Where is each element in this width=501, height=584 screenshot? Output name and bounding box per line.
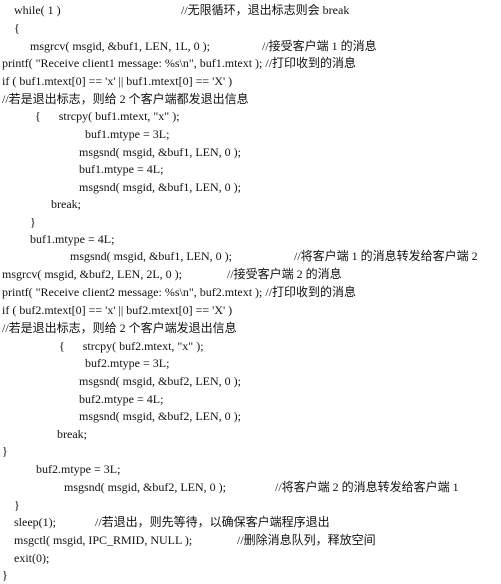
code-text: printf( "Receive client1 message: %s\n",…: [2, 56, 357, 70]
code-text: if ( buf2.mtext[0] == 'x' || buf2.mtext[…: [2, 303, 233, 317]
code-text: if ( buf1.mtext[0] == 'x' || buf1.mtext[…: [2, 74, 233, 88]
code-line: msgsnd( msgid, &buf1, LEN, 0 ); //将客户端 1 …: [0, 248, 501, 265]
code-line: if ( buf1.mtext[0] == 'x' || buf1.mtext[…: [0, 73, 501, 90]
code-text: buf2.mtype = 4L;: [79, 392, 164, 406]
code-comment: //将客户端 2 的消息转发给客户端 1: [275, 480, 459, 494]
code-comment: //删除消息队列，释放空间: [237, 533, 376, 547]
code-text: while( 1 ): [14, 3, 61, 17]
code-text: msgsnd( msgid, &buf2, LEN, 0 );: [64, 480, 226, 494]
code-text: exit(0);: [14, 551, 50, 565]
code-text: msgrcv( msgid, &buf1, LEN, 1L, 0 );: [30, 39, 210, 53]
code-text: sleep(1);: [14, 515, 56, 529]
code-line: { strcpy( buf2.mtext, "x" );: [0, 338, 501, 355]
code-line: exit(0);: [0, 550, 501, 567]
code-comment: //若退出，则先等待，以确保客户端程序退出: [95, 515, 330, 529]
code-line: msgrcv( msgid, &buf1, LEN, 1L, 0 ); //接受客…: [0, 38, 501, 55]
code-line: }: [0, 443, 501, 460]
code-text: buf2.mtype = 3L;: [36, 462, 121, 476]
code-line: //若是退出标志，则给 2 个客户端发退出信息: [0, 320, 501, 337]
code-text: msgsnd( msgid, &buf2, LEN, 0 );: [79, 409, 241, 423]
code-line: msgsnd( msgid, &buf2, LEN, 0 );: [0, 408, 501, 425]
code-line: break;: [0, 196, 501, 213]
code-text: //若是退出标志，则给 2 个客户端都发退出信息: [2, 92, 249, 106]
code-line: sleep(1); //若退出，则先等待，以确保客户端程序退出: [0, 514, 501, 531]
code-line: }: [0, 214, 501, 231]
code-line: buf2.mtype = 3L;: [0, 355, 501, 372]
code-text: msgsnd( msgid, &buf2, LEN, 0 );: [79, 374, 241, 388]
code-text: buf2.mtype = 3L;: [85, 356, 170, 370]
code-line: msgsnd( msgid, &buf1, LEN, 0 );: [0, 144, 501, 161]
code-text: msgsnd( msgid, &buf1, LEN, 0 );: [70, 249, 232, 263]
code-line: buf1.mtype = 3L;: [0, 126, 501, 143]
code-line: //若是退出标志，则给 2 个客户端都发退出信息: [0, 91, 501, 108]
code-comment: //无限循环，退出标志则会 break: [181, 3, 350, 17]
code-line: buf1.mtype = 4L;: [0, 161, 501, 178]
code-text: {: [14, 21, 20, 35]
code-line: }: [0, 497, 501, 514]
code-line: msgsnd( msgid, &buf2, LEN, 0 ); //将客户端 2 …: [0, 479, 501, 496]
code-text: //若是退出标志，则给 2 个客户端发退出信息: [2, 321, 237, 335]
code-text: msgctl( msgid, IPC_RMID, NULL );: [14, 533, 193, 547]
code-text: }: [14, 498, 20, 512]
code-line: while( 1 ) //无限循环，退出标志则会 break: [0, 2, 501, 19]
code-text: msgrcv( msgid, &buf2, LEN, 2L, 0 );: [2, 267, 182, 281]
code-document: while( 1 ) //无限循环，退出标志则会 break { msgrcv( ms…: [0, 0, 501, 584]
code-text: buf1.mtype = 4L;: [30, 232, 115, 246]
code-text: buf1.mtype = 4L;: [79, 162, 164, 176]
code-line: printf( "Receive client2 message: %s\n",…: [0, 284, 501, 301]
code-text: printf( "Receive client2 message: %s\n",…: [2, 285, 357, 299]
code-line: if ( buf2.mtext[0] == 'x' || buf2.mtext[…: [0, 302, 501, 319]
code-comment: //将客户端 1 的消息转发给客户端 2: [294, 249, 478, 263]
code-line: }: [0, 567, 501, 584]
code-line: msgctl( msgid, IPC_RMID, NULL ); //删除消息队列…: [0, 532, 501, 549]
code-text: msgsnd( msgid, &buf1, LEN, 0 );: [79, 180, 241, 194]
code-line: msgsnd( msgid, &buf1, LEN, 0 );: [0, 179, 501, 196]
code-comment: //接受客户端 2 的消息: [227, 267, 342, 281]
code-line: break;: [0, 426, 501, 443]
code-text: { strcpy( buf2.mtext, "x" );: [59, 339, 204, 353]
code-text: }: [2, 568, 8, 582]
code-text: msgsnd( msgid, &buf1, LEN, 0 );: [79, 145, 241, 159]
code-line: msgrcv( msgid, &buf2, LEN, 2L, 0 ); //接受客…: [0, 266, 501, 283]
code-comment: //接受客户端 1 的消息: [262, 39, 377, 53]
code-line: msgsnd( msgid, &buf2, LEN, 0 );: [0, 373, 501, 390]
code-text: buf1.mtype = 3L;: [85, 127, 170, 141]
code-text: break;: [57, 427, 87, 441]
code-line: printf( "Receive client1 message: %s\n",…: [0, 55, 501, 72]
code-line: { strcpy( buf1.mtext, "x" );: [0, 108, 501, 125]
code-text: break;: [51, 197, 81, 211]
code-line: {: [0, 20, 501, 37]
code-text: }: [2, 444, 8, 458]
code-line: buf2.mtype = 4L;: [0, 391, 501, 408]
code-line: buf2.mtype = 3L;: [0, 461, 501, 478]
code-line: buf1.mtype = 4L;: [0, 231, 501, 248]
code-text: { strcpy( buf1.mtext, "x" );: [35, 109, 180, 123]
code-text: }: [30, 215, 36, 229]
